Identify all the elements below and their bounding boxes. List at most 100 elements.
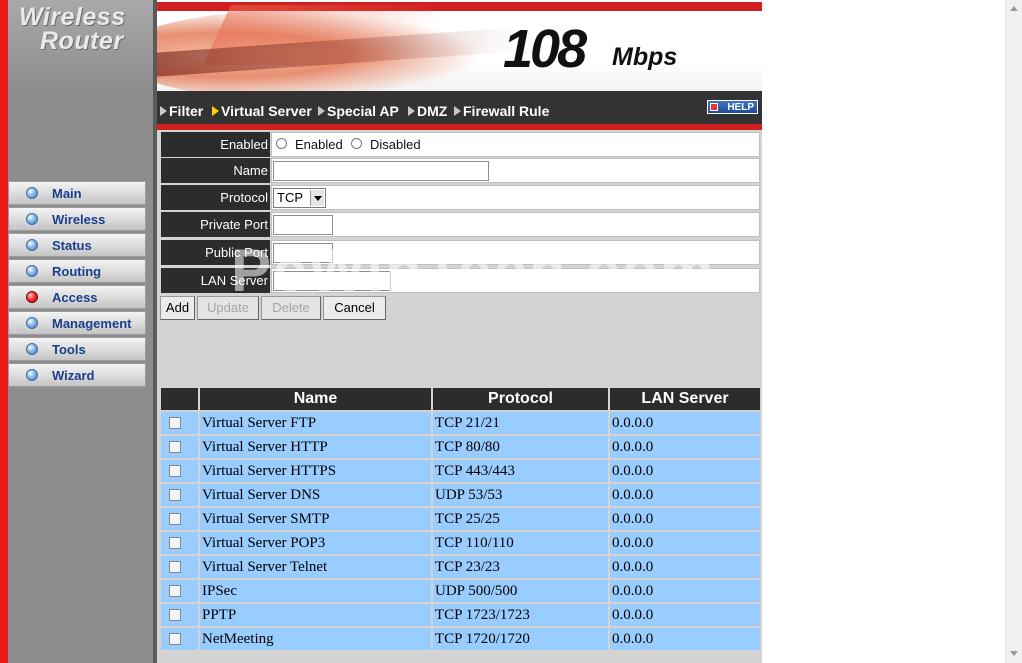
- table-header-protocol: Protocol: [433, 388, 608, 410]
- bullet-icon: [26, 317, 38, 329]
- scroll-down-icon[interactable]: [1010, 651, 1018, 656]
- top-nav: Filter Virtual Server Special AP DMZ Fir…: [157, 91, 762, 124]
- sidebar-item-label: Routing: [52, 264, 102, 279]
- nav-virtual-server[interactable]: Virtual Server: [212, 103, 312, 119]
- table-cell-lan-server: 0.0.0.0: [610, 580, 760, 602]
- help-icon: [710, 103, 718, 111]
- form-cell: [271, 268, 760, 293]
- disabled-radio[interactable]: [351, 138, 362, 149]
- sidebar-item-access[interactable]: Access: [8, 285, 146, 309]
- arrow-right-icon: [454, 106, 461, 116]
- nav-label: Special AP: [327, 103, 399, 119]
- help-button[interactable]: HELP: [707, 100, 758, 114]
- table-row: PPTP TCP 1723/1723 0.0.0.0: [159, 604, 762, 628]
- table-cell-protocol: UDP 53/53: [433, 484, 608, 506]
- table-cell-lan-server: 0.0.0.0: [610, 628, 760, 650]
- row-checkbox[interactable]: [169, 609, 181, 621]
- table-cell-name: Virtual Server HTTPS: [200, 460, 431, 482]
- form-label: Public Port: [161, 240, 270, 265]
- form-cell: [271, 158, 760, 183]
- form-label: Private Port: [161, 212, 270, 237]
- nav-label: DMZ: [417, 103, 448, 119]
- table-row: Virtual Server POP3 TCP 110/110 0.0.0.0: [159, 532, 762, 556]
- speed-badge: 108: [503, 19, 587, 79]
- speed-unit: Mbps: [612, 43, 678, 71]
- row-checkbox[interactable]: [169, 633, 181, 645]
- sidebar-item-management[interactable]: Management: [8, 311, 146, 335]
- scroll-up-icon[interactable]: [1010, 6, 1018, 11]
- table-cell-select: [161, 580, 198, 602]
- add-button[interactable]: Add: [160, 296, 195, 320]
- sidebar-item-status[interactable]: Status: [8, 233, 146, 257]
- public-port-input[interactable]: [273, 243, 333, 263]
- table-row: Virtual Server DNS UDP 53/53 0.0.0.0: [159, 484, 762, 508]
- table-cell-lan-server: 0.0.0.0: [610, 556, 760, 578]
- sidebar-item-main[interactable]: Main: [8, 181, 146, 205]
- sidebar-item-wireless[interactable]: Wireless: [8, 207, 146, 231]
- name-input[interactable]: [273, 161, 489, 181]
- form-label: Enabled: [161, 132, 270, 157]
- table-cell-name: Virtual Server SMTP: [200, 508, 431, 530]
- chevron-down-icon[interactable]: [310, 190, 324, 206]
- nav-special-ap[interactable]: Special AP: [318, 103, 399, 119]
- sidebar-item-label: Tools: [52, 342, 86, 357]
- table-cell-lan-server: 0.0.0.0: [610, 484, 760, 506]
- sidebar: Wireless Router Main Wireless Status Rou…: [0, 0, 157, 663]
- row-checkbox[interactable]: [169, 561, 181, 573]
- table-row: NetMeeting TCP 1720/1720 0.0.0.0: [159, 628, 762, 652]
- nav-dmz[interactable]: DMZ: [408, 103, 447, 119]
- private-port-input[interactable]: [273, 215, 333, 235]
- form-cell: [271, 212, 760, 237]
- row-checkbox[interactable]: [169, 441, 181, 453]
- form-row-enabled: Enabled Enabled Disabled: [159, 132, 762, 158]
- enabled-radio[interactable]: [276, 138, 287, 149]
- table-row: Virtual Server Telnet TCP 23/23 0.0.0.0: [159, 556, 762, 580]
- nav-label: Firewall Rule: [463, 103, 550, 119]
- table-row: Virtual Server FTP TCP 21/21 0.0.0.0: [159, 412, 762, 436]
- row-checkbox[interactable]: [169, 537, 181, 549]
- table-cell-name: Virtual Server Telnet: [200, 556, 431, 578]
- table-cell-name: IPSec: [200, 580, 431, 602]
- table-cell-lan-server: 0.0.0.0: [610, 460, 760, 482]
- update-button[interactable]: Update: [197, 296, 259, 320]
- arrow-right-icon: [318, 106, 325, 116]
- form-row-lan-server: LAN Server: [159, 268, 762, 294]
- table-header-name: Name: [200, 388, 431, 410]
- table-row: Virtual Server HTTP TCP 80/80 0.0.0.0: [159, 436, 762, 460]
- row-checkbox[interactable]: [169, 489, 181, 501]
- delete-button[interactable]: Delete: [261, 296, 321, 320]
- banner: 108 Mbps: [157, 0, 762, 91]
- nav-filter[interactable]: Filter: [160, 103, 203, 119]
- table-row: Virtual Server HTTPS TCP 443/443 0.0.0.0: [159, 460, 762, 484]
- enabled-radio-label: Enabled: [295, 137, 343, 152]
- protocol-select[interactable]: TCP: [273, 188, 326, 208]
- row-checkbox[interactable]: [169, 417, 181, 429]
- form-label: Name: [161, 158, 270, 183]
- table-row: IPSec UDP 500/500 0.0.0.0: [159, 580, 762, 604]
- nav-firewall-rule[interactable]: Firewall Rule: [454, 103, 549, 119]
- sidebar-item-label: Management: [52, 316, 132, 331]
- nav-label: Filter: [169, 103, 204, 119]
- table-cell-select: [161, 412, 198, 434]
- sidebar-red-strip: [0, 0, 8, 663]
- form-cell: Enabled Disabled: [271, 132, 760, 157]
- row-checkbox[interactable]: [169, 465, 181, 477]
- table-cell-select: [161, 628, 198, 650]
- table-cell-protocol: TCP 80/80: [433, 436, 608, 458]
- protocol-select-value: TCP: [277, 190, 303, 205]
- sidebar-item-tools[interactable]: Tools: [8, 337, 146, 361]
- cancel-button[interactable]: Cancel: [323, 296, 386, 320]
- row-checkbox[interactable]: [169, 513, 181, 525]
- table-row: Virtual Server SMTP TCP 25/25 0.0.0.0: [159, 508, 762, 532]
- table-cell-select: [161, 508, 198, 530]
- vertical-scrollbar[interactable]: [1005, 0, 1022, 663]
- lan-server-input[interactable]: [273, 271, 391, 291]
- sidebar-item-routing[interactable]: Routing: [8, 259, 146, 283]
- table-cell-protocol: TCP 1720/1720: [433, 628, 608, 650]
- table-cell-name: PPTP: [200, 604, 431, 626]
- row-checkbox[interactable]: [169, 585, 181, 597]
- table-cell-lan-server: 0.0.0.0: [610, 604, 760, 626]
- disabled-radio-label: Disabled: [370, 137, 421, 152]
- sidebar-item-wizard[interactable]: Wizard: [8, 363, 146, 387]
- sidebar-item-label: Main: [52, 186, 82, 201]
